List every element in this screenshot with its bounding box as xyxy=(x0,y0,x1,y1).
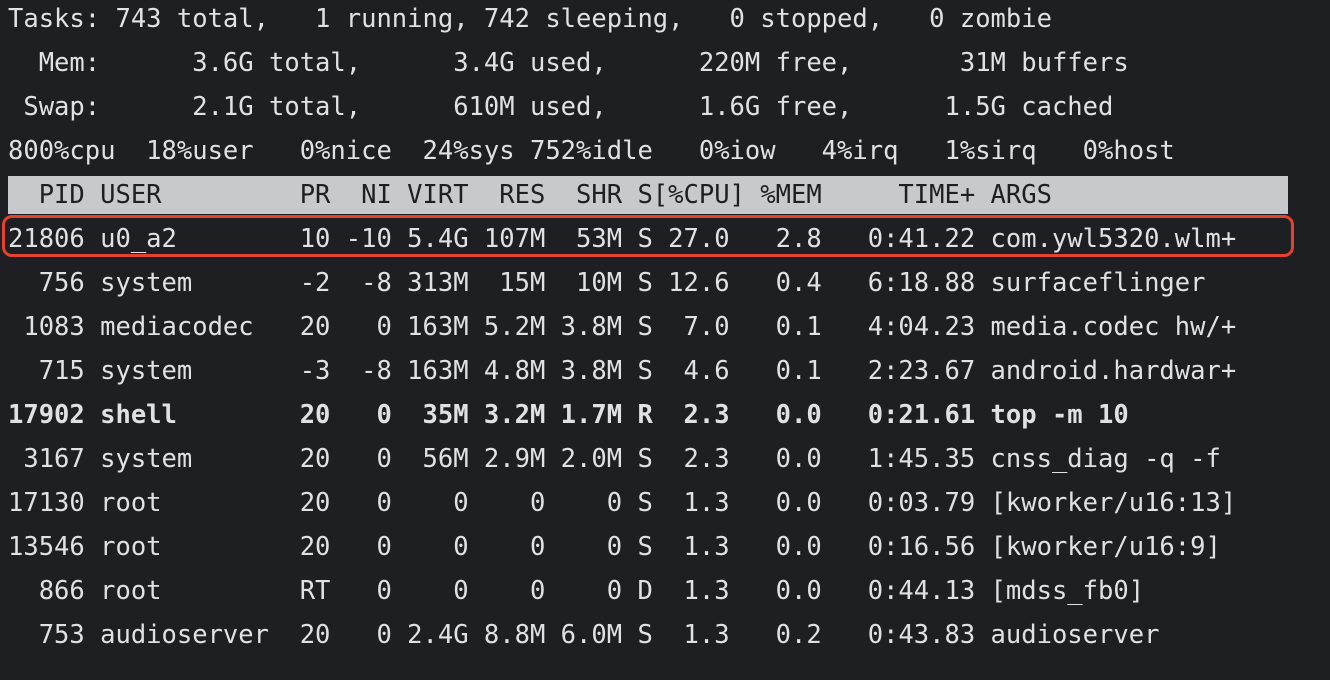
tasks-summary-line: Tasks: 743 total, 1 running, 742 sleepin… xyxy=(8,4,1052,34)
process-row-current-shell: 17902 shell 20 0 35M 3.2M 1.7M R 2.3 0.0… xyxy=(8,400,1129,430)
process-row: 3167 system 20 0 56M 2.9M 2.0M S 2.3 0.0… xyxy=(8,444,1221,474)
process-row: 753 audioserver 20 0 2.4G 8.8M 6.0M S 1.… xyxy=(8,620,1160,650)
process-row: 13546 root 20 0 0 0 0 S 1.3 0.0 0:16.56 … xyxy=(8,532,1221,562)
process-row: 715 system -3 -8 163M 4.8M 3.8M S 4.6 0.… xyxy=(8,356,1237,386)
highlight-box xyxy=(2,215,1294,257)
process-row: 1083 mediacodec 20 0 163M 5.2M 3.8M S 7.… xyxy=(8,312,1237,342)
process-row: 17130 root 20 0 0 0 0 S 1.3 0.0 0:03.79 … xyxy=(8,488,1237,518)
mem-summary-line: Mem: 3.6G total, 3.4G used, 220M free, 3… xyxy=(8,48,1129,78)
swap-summary-line: Swap: 2.1G total, 610M used, 1.6G free, … xyxy=(8,92,1114,122)
terminal-window: Tasks: 743 total, 1 running, 742 sleepin… xyxy=(0,0,1330,680)
cpu-summary-line: 800%cpu 18%user 0%nice 24%sys 752%idle 0… xyxy=(8,136,1175,166)
column-header-text: PID USER PR NI VIRT RES SHR S[%CPU] %MEM… xyxy=(8,180,1052,210)
process-row: 866 root RT 0 0 0 0 D 1.3 0.0 0:44.13 [m… xyxy=(8,576,1145,606)
process-row: 756 system -2 -8 313M 15M 10M S 12.6 0.4… xyxy=(8,268,1206,298)
